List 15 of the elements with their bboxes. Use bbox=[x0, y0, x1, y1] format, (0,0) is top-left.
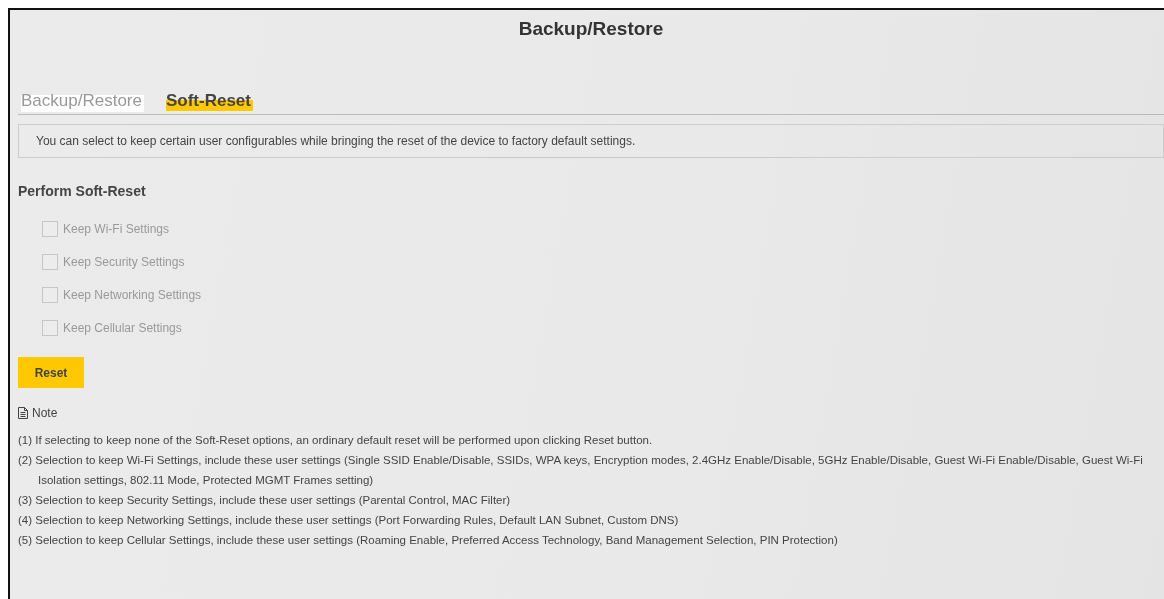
checkbox-label: Keep Wi-Fi Settings bbox=[63, 222, 170, 236]
note-text: (5) Selection to keep Cellular Settings, include these user settings (Roaming Enable, Preferred Access Technology, Band Management Selection, PIN Protection) bbox=[18, 533, 839, 548]
reset-button[interactable]: Reset bbox=[18, 357, 84, 388]
note-text: (3) Selection to keep Security Settings, include these user settings (Parental Control, MAC Filter) bbox=[18, 493, 512, 508]
description-box: You can select to keep certain user configurables while bringing the reset of the device to factory default settings. bbox=[18, 124, 1164, 158]
document-icon bbox=[18, 407, 28, 419]
note-title: Note bbox=[32, 406, 58, 420]
note-text: (2) Selection to keep Wi-Fi Settings, include these user settings (Single SSID Enable/Disable, SSIDs, WPA keys, Encryption modes, 2.4GHz Enable/Disable, 5GHz Enable/Disable, Guest Wi-Fi Enable/Disable, Guest Wi-Fi Isolation settings, 802.11 Mode, Protected MGMT Frames setting) bbox=[18, 453, 1144, 488]
checkbox-label: Keep Security Settings bbox=[63, 255, 185, 269]
note-text: (4) Selection to keep Networking Settings, include these user settings (Port Forwarding Rules, Default LAN Subnet, Custom DNS) bbox=[18, 513, 680, 528]
checkbox-label: Keep Cellular Settings bbox=[63, 321, 182, 335]
note-text: (1) If selecting to keep none of the Soft-Reset options, an ordinary default reset will be performed upon clicking Reset button. bbox=[18, 433, 654, 448]
checkbox-label: Keep Networking Settings bbox=[63, 288, 202, 302]
page-title: Backup/Restore bbox=[517, 17, 665, 41]
section-title: Perform Soft-Reset bbox=[18, 183, 147, 199]
